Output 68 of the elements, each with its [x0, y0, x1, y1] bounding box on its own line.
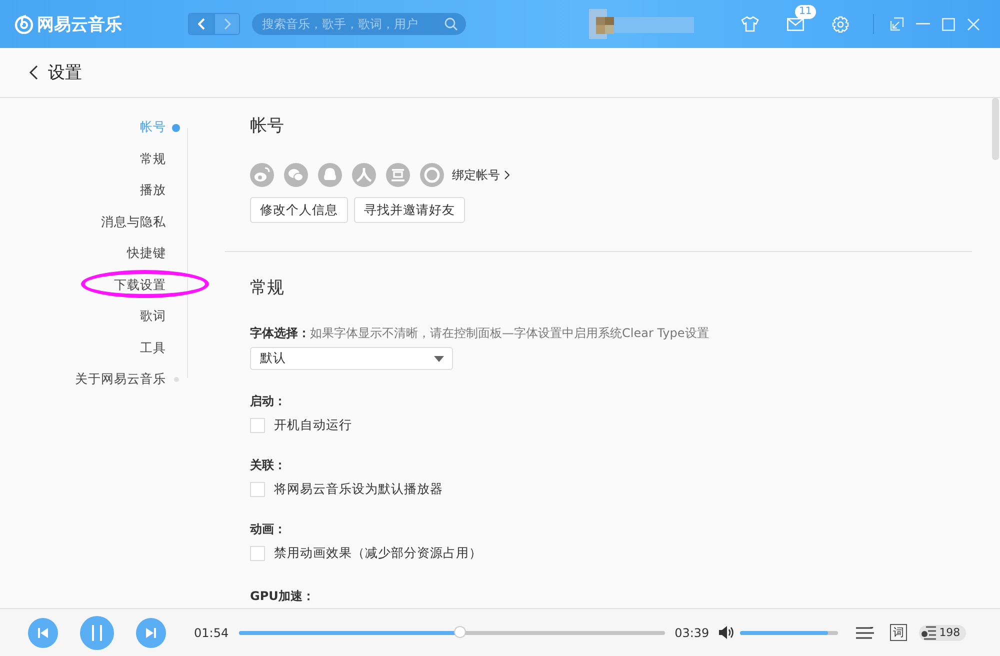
- checkbox-label[interactable]: 将网易云音乐设为默认播放器: [274, 481, 443, 498]
- search-field[interactable]: 搜索音乐，歌手，歌词，用户: [252, 13, 466, 35]
- social-icon[interactable]: [318, 163, 342, 187]
- dropdown-arrow-icon[interactable]: [434, 356, 444, 362]
- pause-icon[interactable]: [91, 624, 103, 640]
- setting-label: 字体选择：: [250, 326, 310, 340]
- section-title: 常规: [250, 277, 285, 299]
- lyrics-button[interactable]: 词: [890, 624, 908, 641]
- elapsed-time: 01:54: [194, 626, 229, 640]
- sidebar-item[interactable]: 消息与隐私: [0, 214, 166, 231]
- setting-label: 关联：: [250, 457, 287, 474]
- shirt-icon[interactable]: [741, 16, 759, 32]
- checkbox[interactable]: [250, 418, 265, 433]
- playlist-button[interactable]: 198: [919, 624, 966, 640]
- checkbox-label[interactable]: 开机自动运行: [274, 417, 352, 434]
- minimize-icon[interactable]: [916, 23, 930, 25]
- back-button[interactable]: [189, 14, 214, 34]
- app-name: 网易云音乐: [37, 14, 122, 36]
- search-icon[interactable]: [444, 17, 458, 31]
- mini-mode-icon[interactable]: [890, 17, 904, 31]
- previous-icon[interactable]: [38, 628, 48, 638]
- playlist-count[interactable]: 198: [939, 626, 960, 639]
- sidebar-item[interactable]: 快捷键: [0, 245, 166, 262]
- social-icon[interactable]: [284, 163, 308, 187]
- chevron-right-icon[interactable]: [504, 170, 510, 180]
- progress-thumb[interactable]: [454, 626, 466, 638]
- sidebar-item[interactable]: 工具: [0, 340, 166, 357]
- scrollbar-thumb[interactable]: [992, 98, 999, 160]
- setting-label: 启动：: [250, 393, 287, 410]
- total-time: 03:39: [674, 626, 710, 640]
- playlist-icon[interactable]: [921, 626, 938, 640]
- volume-icon[interactable]: [719, 626, 736, 639]
- bind-account-link[interactable]: 绑定帐号: [452, 166, 510, 184]
- end-dot: [174, 377, 178, 382]
- checkbox-label[interactable]: 禁用动画效果（减少部分资源占用）: [274, 545, 482, 562]
- social-icon[interactable]: [352, 163, 376, 187]
- sidebar-item[interactable]: 关于网易云音乐: [0, 371, 166, 388]
- maximize-icon[interactable]: [942, 18, 955, 30]
- previous-button[interactable]: [28, 618, 58, 648]
- close-icon[interactable]: [967, 18, 980, 30]
- message-count-badge: 11: [795, 4, 816, 18]
- chevron-left-icon[interactable]: [198, 18, 206, 30]
- checkbox[interactable]: [250, 546, 265, 561]
- social-icon[interactable]: [420, 163, 444, 187]
- setting-hint: 如果字体显示不清晰，请在控制面板—字体设置中启用系统Clear Type设置: [310, 326, 709, 340]
- play-mode-icon[interactable]: [856, 626, 874, 638]
- logo-icon: [14, 14, 34, 34]
- settings-icon[interactable]: [832, 16, 849, 32]
- action-button[interactable]: 修改个人信息: [250, 197, 348, 223]
- setting-label: GPU加速：: [250, 588, 316, 605]
- setting-label: 动画：: [250, 521, 287, 538]
- back-icon[interactable]: [29, 65, 38, 80]
- next-button[interactable]: [136, 618, 166, 648]
- section-title: 帐号: [250, 115, 285, 137]
- sidebar-item[interactable]: 播放: [0, 182, 166, 200]
- mail-icon[interactable]: [787, 18, 804, 30]
- action-button[interactable]: 寻找并邀请好友: [354, 197, 465, 223]
- forward-button[interactable]: [214, 14, 239, 34]
- social-icon[interactable]: [386, 163, 410, 187]
- sidebar-item[interactable]: 常规: [0, 150, 166, 168]
- page-title: 设置: [48, 62, 82, 84]
- sidebar-item[interactable]: 歌词: [0, 308, 166, 326]
- checkbox[interactable]: [250, 482, 265, 497]
- sidebar-item[interactable]: 下载设置: [0, 276, 166, 294]
- social-icon[interactable]: [250, 163, 274, 187]
- next-icon[interactable]: [146, 628, 156, 638]
- font-select[interactable]: 默认: [250, 347, 453, 370]
- pause-button[interactable]: [80, 616, 114, 650]
